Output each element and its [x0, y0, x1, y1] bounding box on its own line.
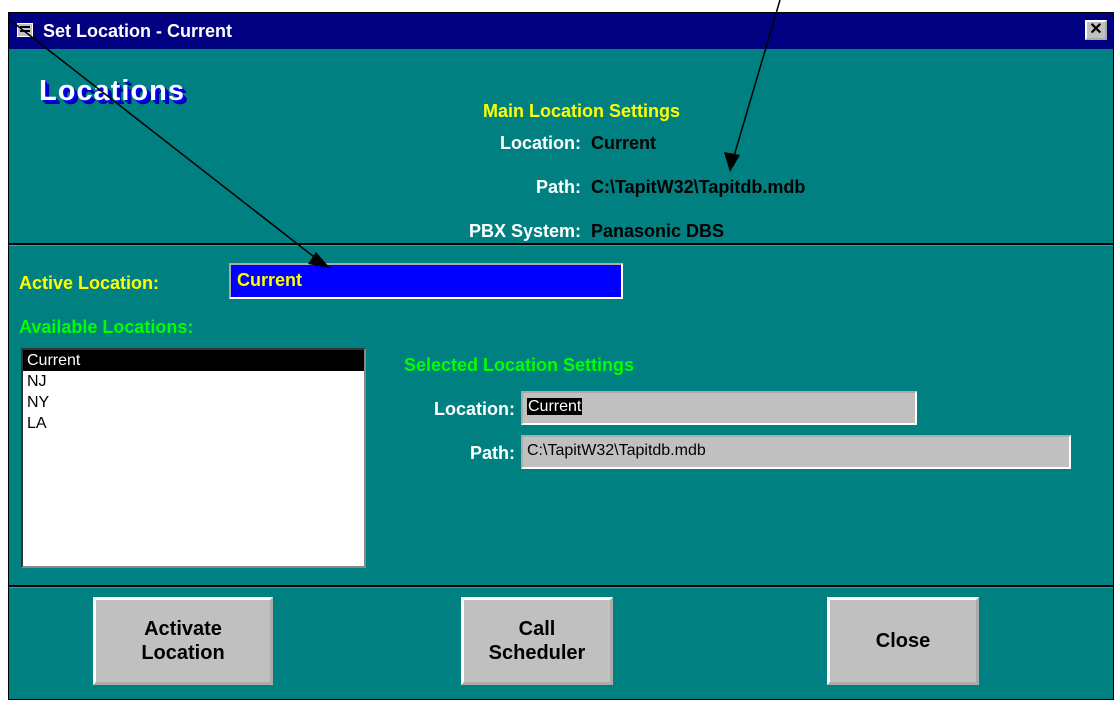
selected-location-value: Current	[527, 398, 583, 415]
list-item[interactable]: NY	[23, 392, 364, 413]
close-button[interactable]: Close	[827, 597, 979, 685]
selected-location-field[interactable]: Current	[521, 391, 917, 425]
set-location-window: Set Location - Current ✕ Locations Main …	[8, 12, 1114, 700]
pbx-system-label: PBX System:	[468, 221, 581, 241]
main-path-label: Path:	[536, 177, 581, 197]
main-location-label: Location:	[500, 133, 581, 153]
main-location-value: Current	[591, 133, 657, 153]
window-title: Set Location - Current	[43, 21, 233, 41]
divider-top	[9, 243, 1113, 246]
form-icon[interactable]	[17, 23, 33, 37]
activate-location-button[interactable]: Activate Location	[93, 597, 273, 685]
pbx-system-value: Panasonic DBS	[591, 221, 725, 241]
selected-location-label: Location:	[434, 399, 515, 419]
main-path-value: C:\TapitW32\Tapitdb.mdb	[591, 177, 806, 197]
call-scheduler-button[interactable]: Call Scheduler	[461, 597, 613, 685]
list-item[interactable]: Current	[23, 350, 364, 371]
divider-bottom	[9, 585, 1113, 588]
active-location-field[interactable]: Current	[229, 263, 623, 299]
active-location-label: Active Location:	[19, 273, 160, 293]
list-item[interactable]: NJ	[23, 371, 364, 392]
selected-settings-header: Selected Location Settings	[404, 355, 635, 375]
available-locations-list[interactable]: Current NJ NY LA	[21, 348, 366, 568]
selected-path-label: Path:	[470, 443, 515, 463]
main-settings-header: Main Location Settings	[483, 101, 681, 121]
selected-path-field[interactable]: C:\TapitW32\Tapitdb.mdb	[521, 435, 1071, 469]
list-item[interactable]: LA	[23, 413, 364, 434]
close-icon[interactable]: ✕	[1085, 20, 1107, 40]
title-bar[interactable]: Set Location - Current ✕	[9, 13, 1113, 49]
available-locations-label: Available Locations:	[19, 317, 194, 337]
page-heading: Locations	[39, 75, 185, 107]
